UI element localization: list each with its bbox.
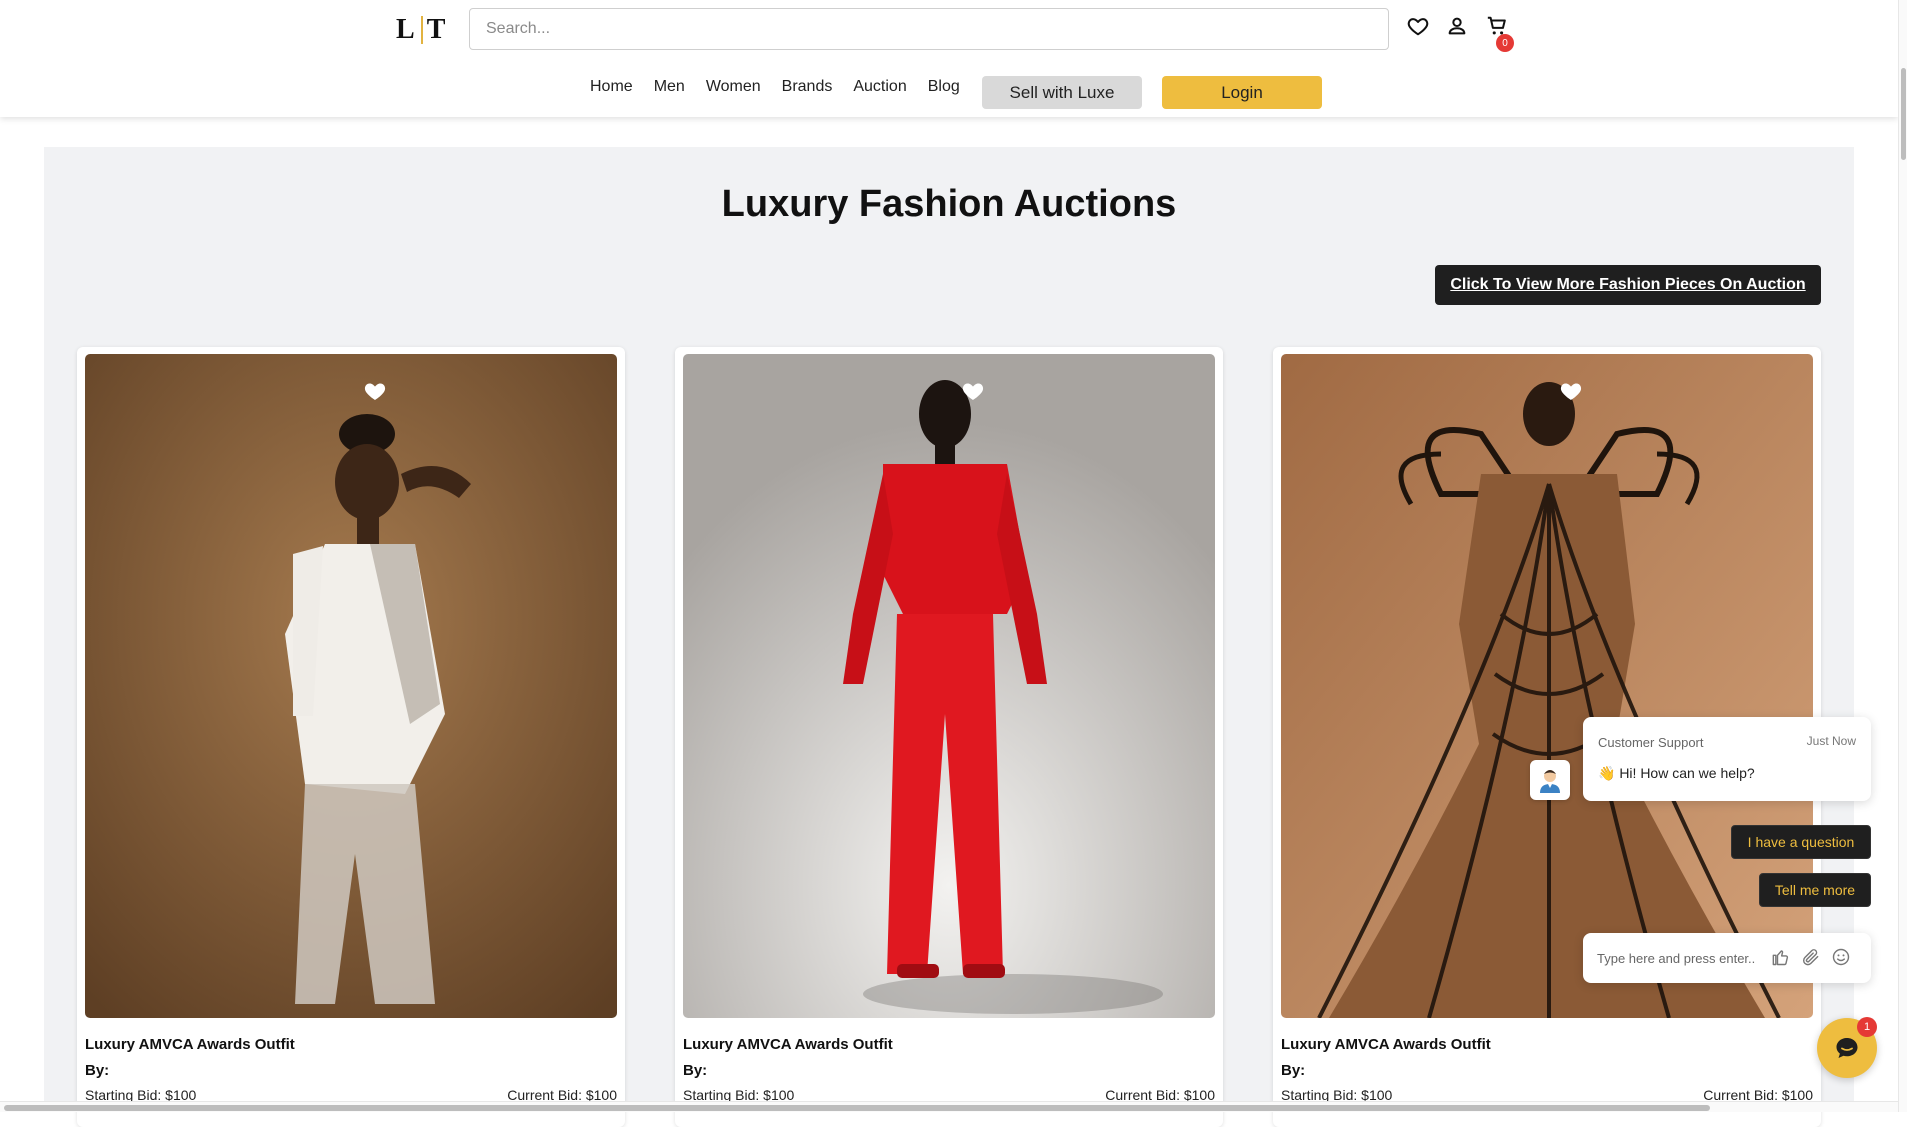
favorite-heart-icon[interactable] [961,379,985,403]
nav-men[interactable]: Men [654,78,685,96]
search-input[interactable] [469,8,1389,50]
horizontal-scrollbar[interactable] [0,1101,1898,1112]
nav-home[interactable]: Home [590,78,633,96]
chat-message: 👋 Hi! How can we help? [1598,765,1755,781]
site-logo[interactable]: LT [396,12,452,48]
chat-greeting-bubble: Customer Support Just Now 👋 Hi! How can … [1583,717,1871,801]
main-nav: Home Men Women Brands Auction Blog [590,78,981,96]
horizontal-scroll-thumb[interactable] [4,1105,1710,1111]
quick-reply-question[interactable]: I have a question [1731,825,1871,859]
chat-composer [1583,933,1871,983]
product-name: Luxury AMVCA Awards Outfit [683,1036,893,1053]
quick-reply-tell-more[interactable]: Tell me more [1759,873,1871,907]
support-agent-avatar [1530,760,1570,800]
product-image[interactable] [85,354,617,1018]
vertical-scrollbar[interactable] [1898,0,1907,1112]
chat-timestamp: Just Now [1806,734,1856,748]
cart-count-badge: 0 [1496,34,1514,52]
nav-blog[interactable]: Blog [928,78,960,96]
auction-card[interactable]: Luxury AMVCA Awards Outfit By: Starting … [675,347,1223,1127]
product-name: Luxury AMVCA Awards Outfit [85,1036,295,1053]
favorite-heart-icon[interactable] [363,379,387,403]
product-name: Luxury AMVCA Awards Outfit [1281,1036,1491,1053]
sell-with-luxe-button[interactable]: Sell with Luxe [982,76,1142,109]
attachment-icon[interactable] [1801,947,1823,969]
view-more-auctions-button[interactable]: Click To View More Fashion Pieces On Auc… [1435,265,1821,305]
favorite-heart-icon[interactable] [1559,379,1583,403]
product-designer: By: [1281,1062,1306,1079]
page-title: Luxury Fashion Auctions [721,183,1177,225]
product-image[interactable] [1281,354,1813,1018]
product-image[interactable] [683,354,1215,1018]
user-icon[interactable] [1443,12,1471,40]
chat-unread-badge: 1 [1857,1017,1877,1037]
nav-auction[interactable]: Auction [853,78,906,96]
wishlist-heart-icon[interactable] [1404,12,1432,40]
emoji-icon[interactable] [1831,947,1853,969]
auction-card[interactable]: Luxury AMVCA Awards Outfit By: Starting … [77,347,625,1127]
nav-women[interactable]: Women [706,78,761,96]
thumbs-up-icon[interactable] [1770,947,1792,969]
login-button[interactable]: Login [1162,76,1322,109]
site-header: LT 0 Home Men Women Brands Auction Blog … [0,0,1898,117]
chat-bubble-icon [1836,1038,1858,1058]
product-designer: By: [683,1062,708,1079]
chat-message-input[interactable] [1597,947,1767,969]
vertical-scroll-thumb[interactable] [1901,68,1906,160]
nav-brands[interactable]: Brands [782,78,833,96]
product-designer: By: [85,1062,110,1079]
chat-agent-name: Customer Support [1598,735,1704,750]
